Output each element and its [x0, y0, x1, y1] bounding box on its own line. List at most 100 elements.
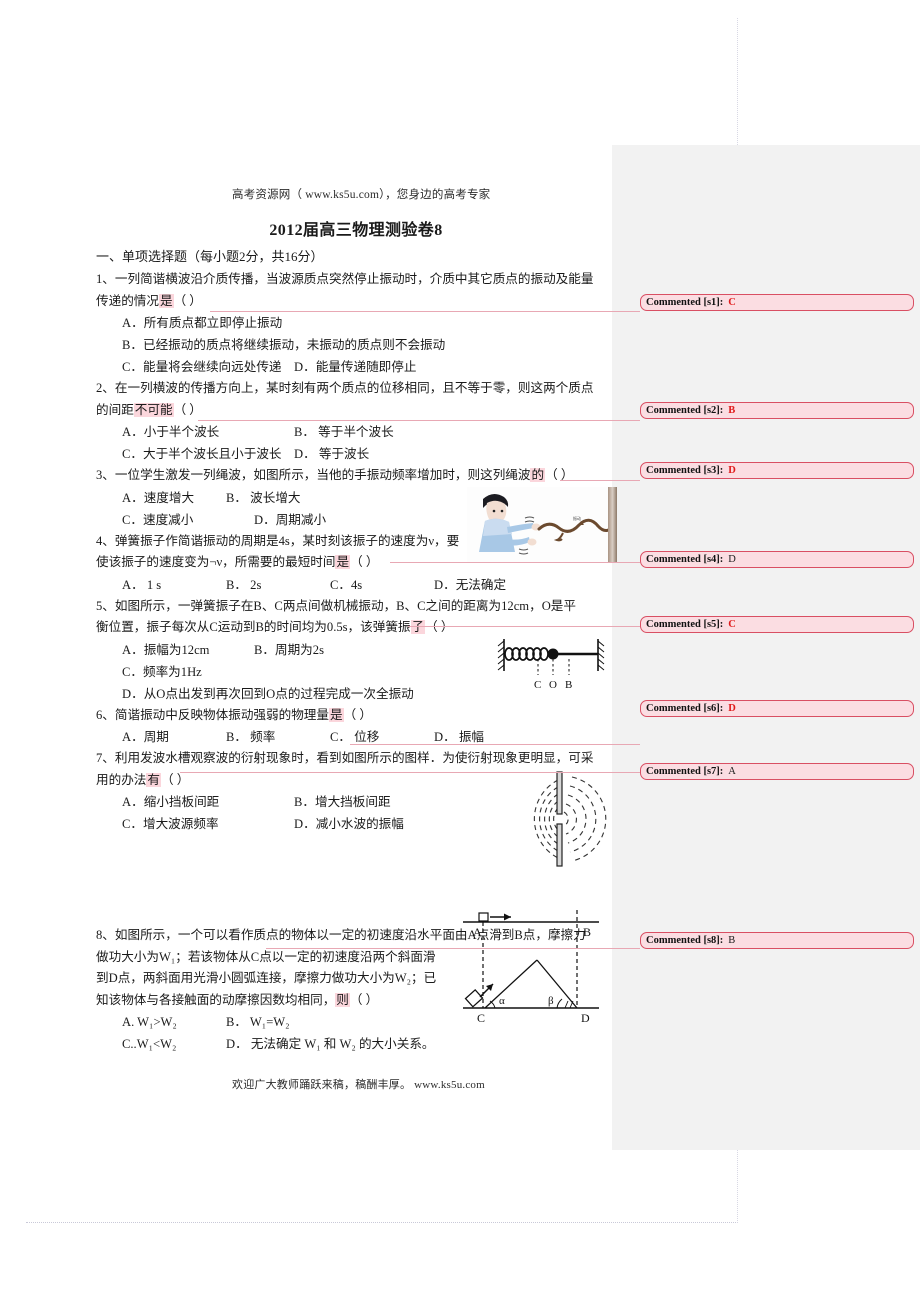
- figure-rope-wave: 振动: [467, 487, 617, 562]
- question-4-anchor: 是: [335, 555, 351, 569]
- question-2-stem-tail: 的间距: [96, 402, 134, 417]
- comment-box-s4[interactable]: Commented [s4]: D: [640, 551, 914, 568]
- page-title: 2012届高三物理测验卷8: [269, 222, 443, 239]
- question-7-stem-line1: 7、利用发波水槽观察波的衍射现象时，看到如图所示的图样．为使衍射现象更明显，可采: [96, 751, 594, 765]
- question-8-stem-line3: 到D点，两斜面用光滑小圆弧连接，摩擦力做功大小为W₂；已: [96, 971, 437, 985]
- site-header-line: 高考资源网（ www.ks5u.com），您身边的高考专家: [232, 189, 491, 201]
- footer-note: 欢迎广大教师踊跃来稿，稿酬丰厚。 www.ks5u.com: [232, 1079, 485, 1091]
- comment-label: Commented [s1]:: [646, 297, 724, 308]
- incline-label-a: A: [473, 925, 482, 939]
- figure-friction-inclines: A B α β C D: [455, 898, 607, 1026]
- comment-box-s2[interactable]: Commented [s2]: B: [640, 402, 914, 419]
- comment-value: B: [728, 405, 736, 416]
- spring-label-c: C: [534, 679, 541, 691]
- option-text: C．大于半个波长且小于波长: [122, 447, 282, 461]
- option-text: B． 2s: [226, 577, 262, 592]
- comment-label: Commented [s7]:: [646, 766, 724, 777]
- wall-post-icon: [608, 487, 617, 562]
- option-text: B． W₁=W₂: [226, 1015, 290, 1029]
- option-text: C．能量将会继续向远处传递: [122, 360, 282, 374]
- page-sheet: 高考资源网（ www.ks5u.com），您身边的高考专家 2012届高三物理测…: [0, 0, 920, 1302]
- comment-label: Commented [s5]:: [646, 619, 724, 630]
- question-7-answer-paren: （ ）: [160, 772, 190, 787]
- rope-wave-illustration: 振动: [467, 487, 617, 562]
- incline-label-c: C: [477, 1011, 485, 1025]
- comment-value: D: [728, 554, 736, 565]
- option-text: C..W₁<W₂: [122, 1037, 177, 1051]
- comment-box-s8[interactable]: Commented [s8]: B: [640, 932, 914, 949]
- comment-value: B: [728, 935, 736, 946]
- question-6: 6、简谐振动中反映物体振动强弱的物理量是（ ） A．周期 B． 频率 C． 位移 D．…: [96, 705, 616, 749]
- comment-box-s5[interactable]: Commented [s5]: C: [640, 616, 914, 633]
- option-row: A． 1 s B． 2s C．4s D．无法确定: [122, 574, 616, 596]
- question-1-stem-line2: 传递的情况是（ ）: [96, 291, 616, 313]
- option-text: A．缩小挡板间距: [122, 795, 220, 809]
- option-text: B．增大挡板间距: [294, 795, 391, 809]
- option-text: A．速度增大: [122, 490, 195, 505]
- figure-spring-oscillator: C O B: [497, 637, 607, 699]
- spring-label-o: O: [549, 679, 557, 691]
- option-text: A. W₁>W₂: [122, 1015, 177, 1029]
- option-text: B． 等于半个波长: [294, 425, 394, 439]
- question-4-stem-tail: 使该振子的速度变为¬ν，所需要的最短时间: [96, 555, 336, 569]
- friction-incline-diagram: A B α β C D: [463, 910, 599, 1025]
- option-text: B． 波长增大: [226, 490, 301, 505]
- question-7-stem-tail: 用的办法: [96, 772, 147, 787]
- question-8-answer-paren: （ ）: [349, 992, 379, 1007]
- question-8-anchor: 则: [335, 992, 350, 1007]
- option-text: D．减小水波的振幅: [294, 817, 404, 831]
- comment-value: A: [728, 766, 736, 777]
- question-2-stem-line2: 的间距不可能（ ）: [96, 400, 616, 422]
- question-8-stem-line2: 做功大小为W₁；若该物体从C点以一定的初速度沿两个斜面滑: [96, 949, 436, 964]
- option-row: C..W₁<W₂ D． 无法确定 W₁ 和 W₂ 的大小关系。: [122, 1033, 616, 1055]
- option-text: D． 无法确定 W₁ 和 W₂ 的大小关系。: [226, 1037, 435, 1051]
- question-5-stem-tail: 衡位置，振子每次从C运动到B的时间均为0.5s，该弹簧振: [96, 620, 411, 634]
- comment-label: Commented [s4]:: [646, 554, 724, 565]
- comment-value: C: [728, 619, 736, 630]
- option-row: A．所有质点都立即停止振动: [122, 312, 616, 334]
- comment-box-s3[interactable]: Commented [s3]: D: [640, 462, 914, 479]
- question-8-stem-tail: 知该物体与各接触面的动摩擦因数均相同，: [96, 992, 336, 1007]
- question-4-options: A． 1 s B． 2s C．4s D．无法确定: [96, 574, 616, 596]
- option-text: D． 等于波长: [294, 447, 370, 461]
- option-text: C．速度减小: [122, 512, 194, 527]
- option-text: A．小于半个波长: [122, 425, 220, 439]
- question-1-options: A．所有质点都立即停止振动 B．已经振动的质点将继续振动，未振动的质点则不会振动…: [96, 312, 616, 378]
- incline-label-d: D: [581, 1011, 590, 1025]
- question-5-stem-line2: 衡位置，振子每次从C运动到B的时间均为0.5s，该弹簧振子（ ）: [96, 617, 616, 639]
- option-text: C． 位移: [330, 730, 380, 744]
- spring-oscillator-diagram: C O B: [497, 639, 605, 691]
- option-text: B．已经振动的质点将继续振动，未振动的质点则不会振动: [122, 338, 446, 352]
- option-text: D．能量传递随即停止: [294, 360, 417, 374]
- diffraction-pattern-diagram: [533, 771, 607, 867]
- comment-box-s6[interactable]: Commented [s6]: D: [640, 700, 914, 717]
- question-3-stem-text: 3、一位学生激发一列绳波，如图所示，当他的手振动频率增加时，则这列绳波: [96, 468, 531, 482]
- option-text: A．周期: [122, 730, 169, 744]
- incline-label-b: B: [583, 925, 591, 939]
- option-row: A．小于半个波长 B． 等于半个波长: [122, 421, 616, 443]
- comment-value: D: [728, 703, 736, 714]
- question-2-anchor: 不可能: [133, 402, 174, 417]
- question-2-answer-paren: （ ）: [173, 402, 202, 417]
- figure-diffraction: [500, 770, 612, 868]
- option-text: B．周期为2s: [254, 642, 324, 657]
- comment-label: Commented [s3]:: [646, 465, 724, 476]
- question-6-stem-text: 6、简谐振动中反映物体振动强弱的物理量: [96, 707, 329, 722]
- comment-box-s1[interactable]: Commented [s1]: C: [640, 294, 914, 311]
- option-text: C．4s: [330, 577, 363, 592]
- spring-label-b: B: [565, 679, 572, 691]
- question-5-anchor: 子: [410, 620, 426, 634]
- question-5-answer-paren: （ ）: [425, 620, 454, 634]
- option-row: B．已经振动的质点将继续振动，未振动的质点则不会振动: [122, 334, 616, 356]
- question-2-options: A．小于半个波长 B． 等于半个波长 C．大于半个波长且小于波长 D． 等于波长: [96, 421, 616, 465]
- question-2-stem-line1: 2、在一列横波的传播方向上，某时刻有两个质点的位移相同，且不等于零，则这两个质点: [96, 381, 594, 395]
- question-8-stem-line4: 知该物体与各接触面的动摩擦因数均相同，则（ ）: [96, 990, 476, 1012]
- question-6-stem-line1: 6、简谐振动中反映物体振动强弱的物理量是（ ）: [96, 705, 616, 727]
- question-1-answer-paren: （ ）: [173, 293, 202, 308]
- option-text: D． 振幅: [434, 730, 485, 744]
- option-text: D．周期减小: [254, 512, 327, 527]
- comment-box-s7[interactable]: Commented [s7]: A: [640, 763, 914, 780]
- svg-text:振动: 振动: [573, 515, 581, 521]
- incline-label-beta: β: [548, 995, 554, 1007]
- question-3-anchor: 的: [530, 468, 546, 482]
